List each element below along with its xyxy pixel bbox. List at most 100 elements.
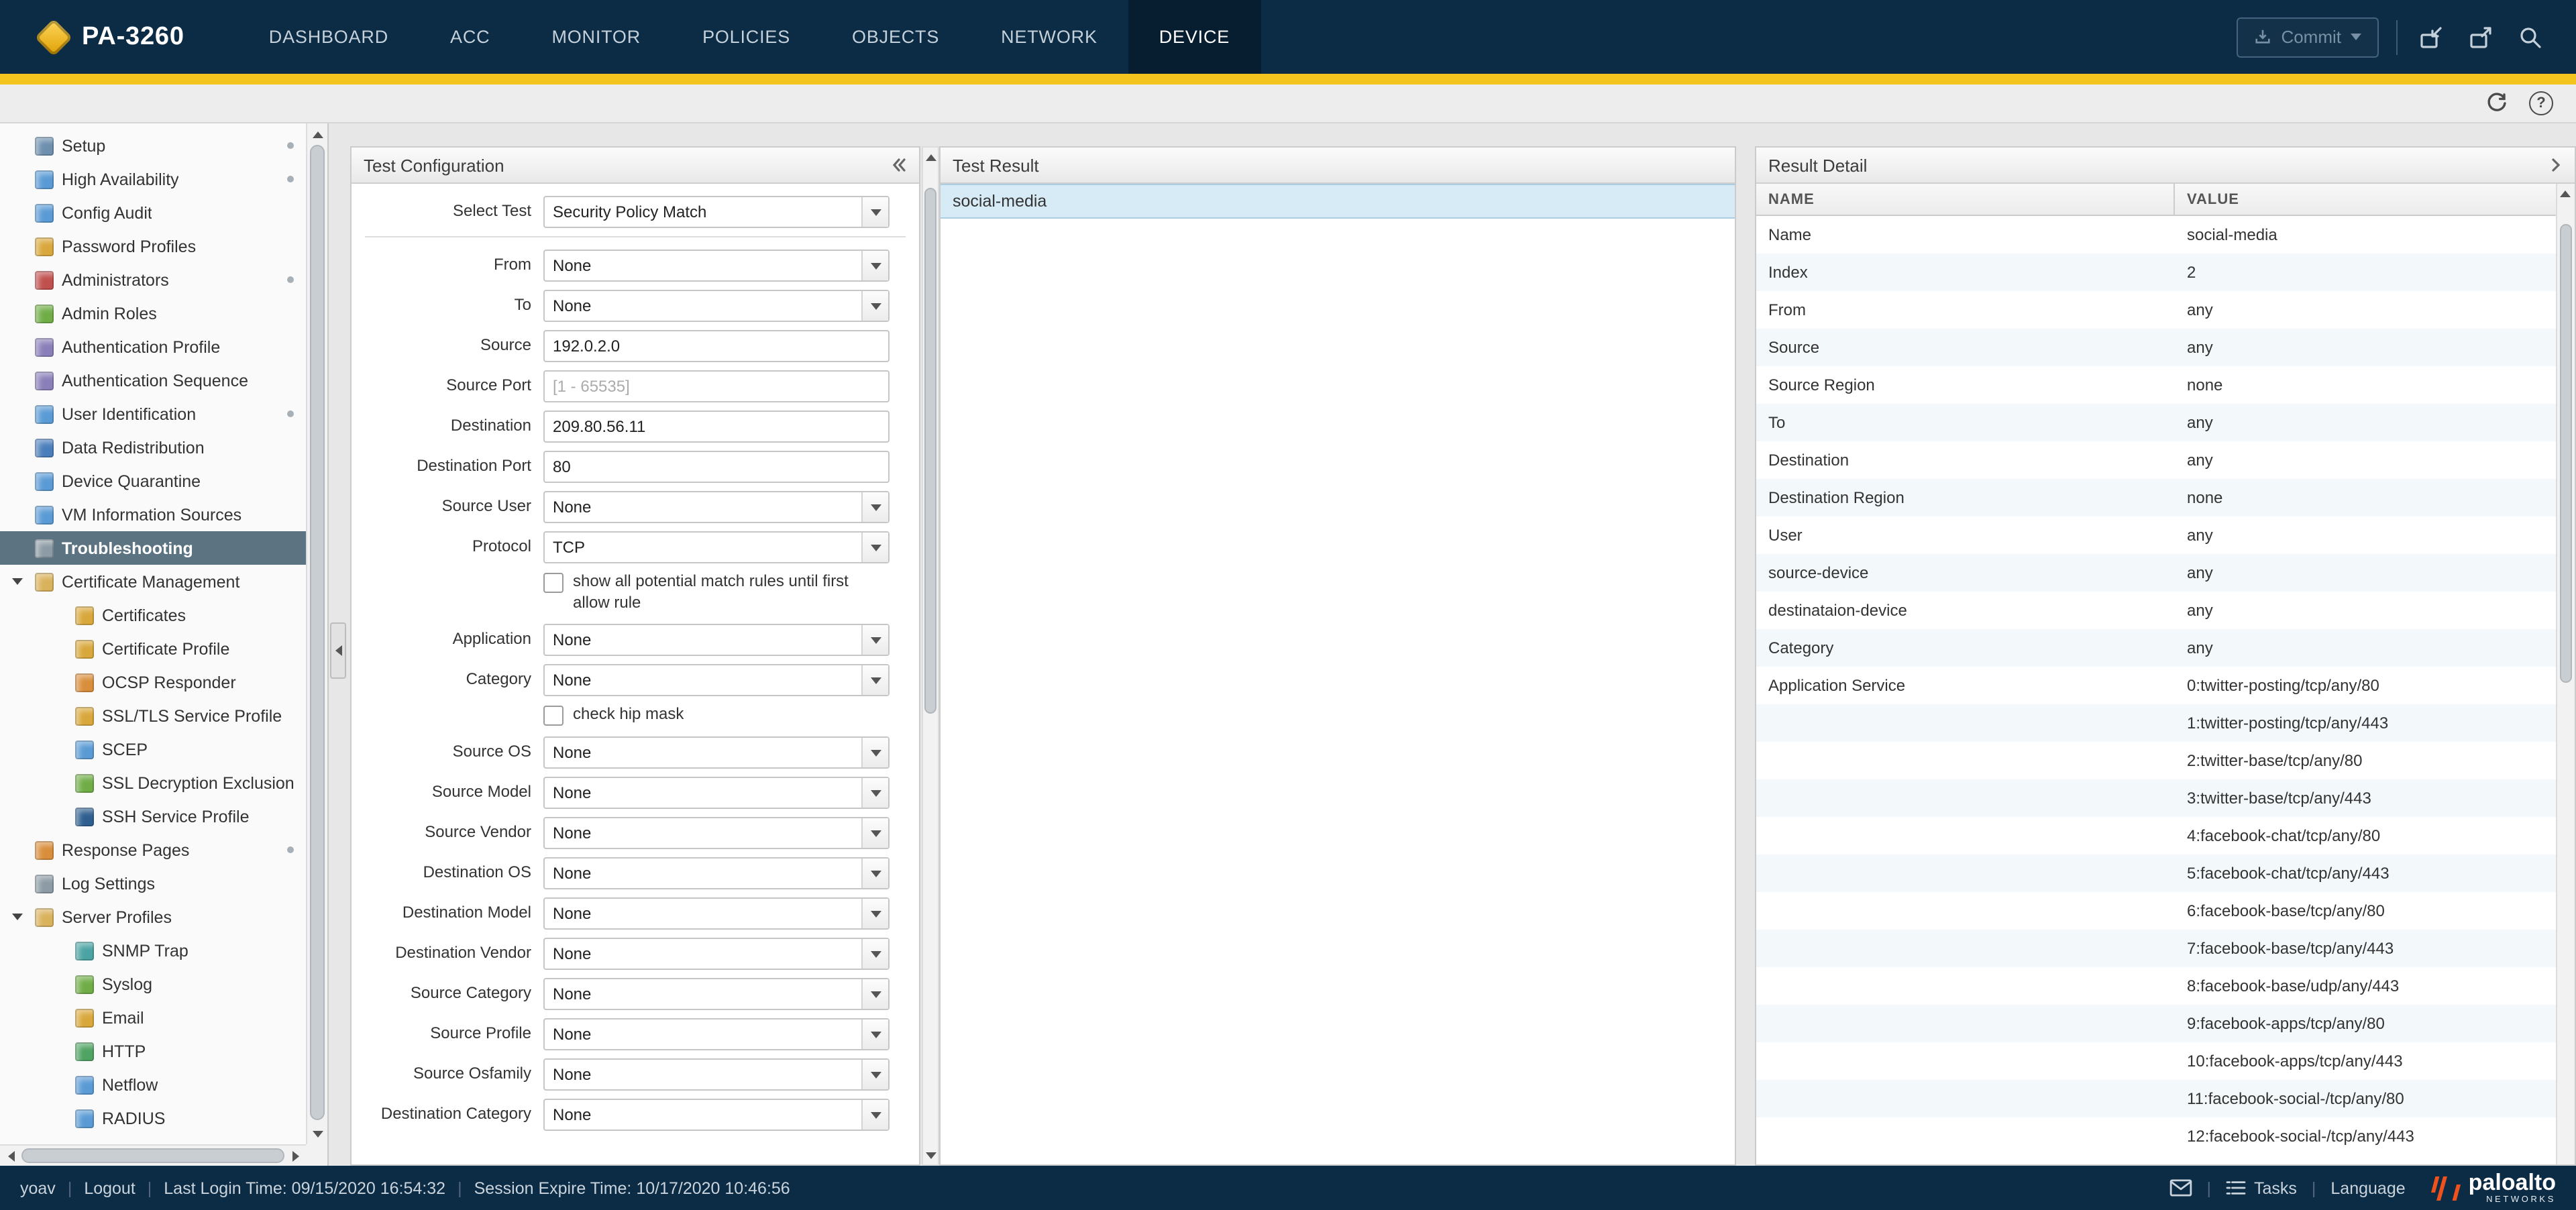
sidebar-item-syslog[interactable]: Syslog — [0, 967, 306, 1001]
source-os-select[interactable]: None — [543, 736, 890, 769]
sidebar-item-radius[interactable]: RADIUS — [0, 1101, 306, 1135]
scroll-down-icon[interactable] — [307, 1123, 329, 1144]
source-user-select[interactable]: None — [543, 491, 890, 523]
sidebar-item-scep[interactable]: SCEP — [0, 732, 306, 766]
chevron-down-icon[interactable] — [861, 665, 888, 695]
expand-caret-icon[interactable] — [12, 578, 23, 585]
checkin-config-icon[interactable] — [2415, 21, 2447, 53]
chevron-down-icon[interactable] — [861, 251, 888, 280]
chevron-down-icon[interactable] — [861, 1060, 888, 1089]
sidebar-item-setup[interactable]: Setup — [0, 129, 306, 162]
language-button[interactable]: Language — [2330, 1178, 2405, 1197]
sidebar-item-admin-roles[interactable]: Admin Roles — [0, 296, 306, 330]
nav-tab-network[interactable]: NETWORK — [970, 0, 1128, 74]
nav-tab-monitor[interactable]: MONITOR — [521, 0, 672, 74]
sidebar-item-http[interactable]: HTTP — [0, 1034, 306, 1068]
sidebar-vertical-scrollbar[interactable] — [306, 123, 327, 1144]
destination-os-select[interactable]: None — [543, 857, 890, 889]
sidebar-item-vm-information-sources[interactable]: VM Information Sources — [0, 498, 306, 531]
category-select[interactable]: None — [543, 664, 890, 696]
collapse-double-left-icon[interactable] — [891, 157, 907, 173]
sidebar-item-password-profiles[interactable]: Password Profiles — [0, 229, 306, 263]
commit-button[interactable]: Commit — [2237, 17, 2379, 57]
sidebar-item-administrators[interactable]: Administrators — [0, 263, 306, 296]
sidebar-item-certificate-profile[interactable]: Certificate Profile — [0, 632, 306, 665]
source-port-input[interactable] — [543, 370, 890, 402]
sidebar-item-user-identification[interactable]: User Identification — [0, 397, 306, 431]
tasks-button[interactable]: Tasks — [2226, 1178, 2297, 1197]
checkbox-icon[interactable] — [543, 706, 564, 726]
source-category-select[interactable]: None — [543, 978, 890, 1010]
chevron-down-icon[interactable] — [861, 899, 888, 928]
destination-category-select[interactable]: None — [543, 1099, 890, 1131]
sidebar-item-email[interactable]: Email — [0, 1001, 306, 1034]
source-profile-select[interactable]: None — [543, 1018, 890, 1050]
protocol-select[interactable]: TCP — [543, 531, 890, 563]
scrollbar-thumb[interactable] — [924, 188, 936, 714]
chevron-right-icon[interactable] — [2549, 157, 2563, 173]
expand-caret-icon[interactable] — [12, 914, 23, 920]
chevron-down-icon[interactable] — [861, 818, 888, 848]
sidebar-item-certificate-management[interactable]: Certificate Management — [0, 565, 306, 598]
help-icon[interactable]: ? — [2528, 90, 2555, 117]
scrollbar-thumb[interactable] — [21, 1148, 284, 1163]
check-hip-mask-checkbox[interactable]: check hip mask — [543, 704, 890, 726]
checkbox-icon[interactable] — [543, 573, 564, 593]
sidebar-collapse-handle[interactable] — [330, 622, 346, 679]
sidebar-item-server-profiles[interactable]: Server Profiles — [0, 900, 306, 934]
mail-icon[interactable] — [2169, 1179, 2192, 1197]
chevron-down-icon[interactable] — [861, 625, 888, 655]
scroll-down-icon[interactable] — [923, 1146, 938, 1164]
nav-tab-objects[interactable]: OBJECTS — [821, 0, 970, 74]
sidebar-horizontal-scrollbar[interactable] — [0, 1144, 306, 1166]
chevron-down-icon[interactable] — [861, 291, 888, 321]
scroll-up-icon[interactable] — [307, 123, 329, 145]
nav-tab-dashboard[interactable]: DASHBOARD — [238, 0, 419, 74]
checkout-config-icon[interactable] — [2465, 21, 2497, 53]
sidebar-item-certificates[interactable]: Certificates — [0, 598, 306, 632]
sidebar-item-config-audit[interactable]: Config Audit — [0, 196, 306, 229]
sidebar-item-device-quarantine[interactable]: Device Quarantine — [0, 464, 306, 498]
scroll-right-icon[interactable] — [284, 1146, 306, 1166]
nav-tab-policies[interactable]: POLICIES — [672, 0, 821, 74]
test-config-scrollbar[interactable] — [922, 146, 939, 1166]
chevron-down-icon[interactable] — [861, 859, 888, 888]
chevron-down-icon[interactable] — [861, 979, 888, 1009]
sidebar-item-ocsp-responder[interactable]: OCSP Responder — [0, 665, 306, 699]
scrollbar-thumb[interactable] — [310, 145, 325, 1120]
chevron-down-icon[interactable] — [861, 939, 888, 969]
chevron-down-icon[interactable] — [861, 492, 888, 522]
scroll-left-icon[interactable] — [0, 1146, 21, 1166]
source-osfamily-select[interactable]: None — [543, 1058, 890, 1091]
destination-model-select[interactable]: None — [543, 897, 890, 930]
nav-tab-acc[interactable]: ACC — [419, 0, 521, 74]
global-find-icon[interactable] — [2514, 21, 2546, 53]
sidebar-item-data-redistribution[interactable]: Data Redistribution — [0, 431, 306, 464]
chevron-down-icon[interactable] — [861, 533, 888, 562]
sidebar-item-ssl-tls-service-profile[interactable]: SSL/TLS Service Profile — [0, 699, 306, 732]
sidebar-item-high-availability[interactable]: High Availability — [0, 162, 306, 196]
chevron-down-icon[interactable] — [861, 1100, 888, 1130]
nav-tab-device[interactable]: DEVICE — [1128, 0, 1260, 74]
source-model-select[interactable]: None — [543, 777, 890, 809]
test-result-row[interactable]: social-media — [941, 184, 1735, 219]
scroll-up-icon[interactable] — [923, 148, 938, 166]
refresh-icon[interactable] — [2483, 90, 2510, 117]
logout-link[interactable]: Logout — [84, 1178, 135, 1197]
scrollbar-thumb[interactable] — [2560, 224, 2572, 683]
sidebar-item-netflow[interactable]: Netflow — [0, 1068, 306, 1101]
source-input[interactable] — [543, 330, 890, 362]
from-select[interactable]: None — [543, 250, 890, 282]
sidebar-item-ssl-decryption-exclusion[interactable]: SSL Decryption Exclusion — [0, 766, 306, 800]
show-all-rules-checkbox[interactable]: show all potential match rules until fir… — [543, 571, 890, 613]
sidebar-item-snmp-trap[interactable]: SNMP Trap — [0, 934, 306, 967]
result-detail-scrollbar[interactable] — [2556, 184, 2575, 1164]
destination-port-input[interactable] — [543, 451, 890, 483]
column-header-name[interactable]: NAME — [1756, 184, 2175, 215]
select-test-select[interactable]: Security Policy Match — [543, 196, 890, 228]
application-select[interactable]: None — [543, 624, 890, 656]
chevron-down-icon[interactable] — [861, 197, 888, 227]
destination-input[interactable] — [543, 410, 890, 443]
sidebar-item-troubleshooting[interactable]: Troubleshooting — [0, 531, 306, 565]
sidebar-item-ssh-service-profile[interactable]: SSH Service Profile — [0, 800, 306, 833]
